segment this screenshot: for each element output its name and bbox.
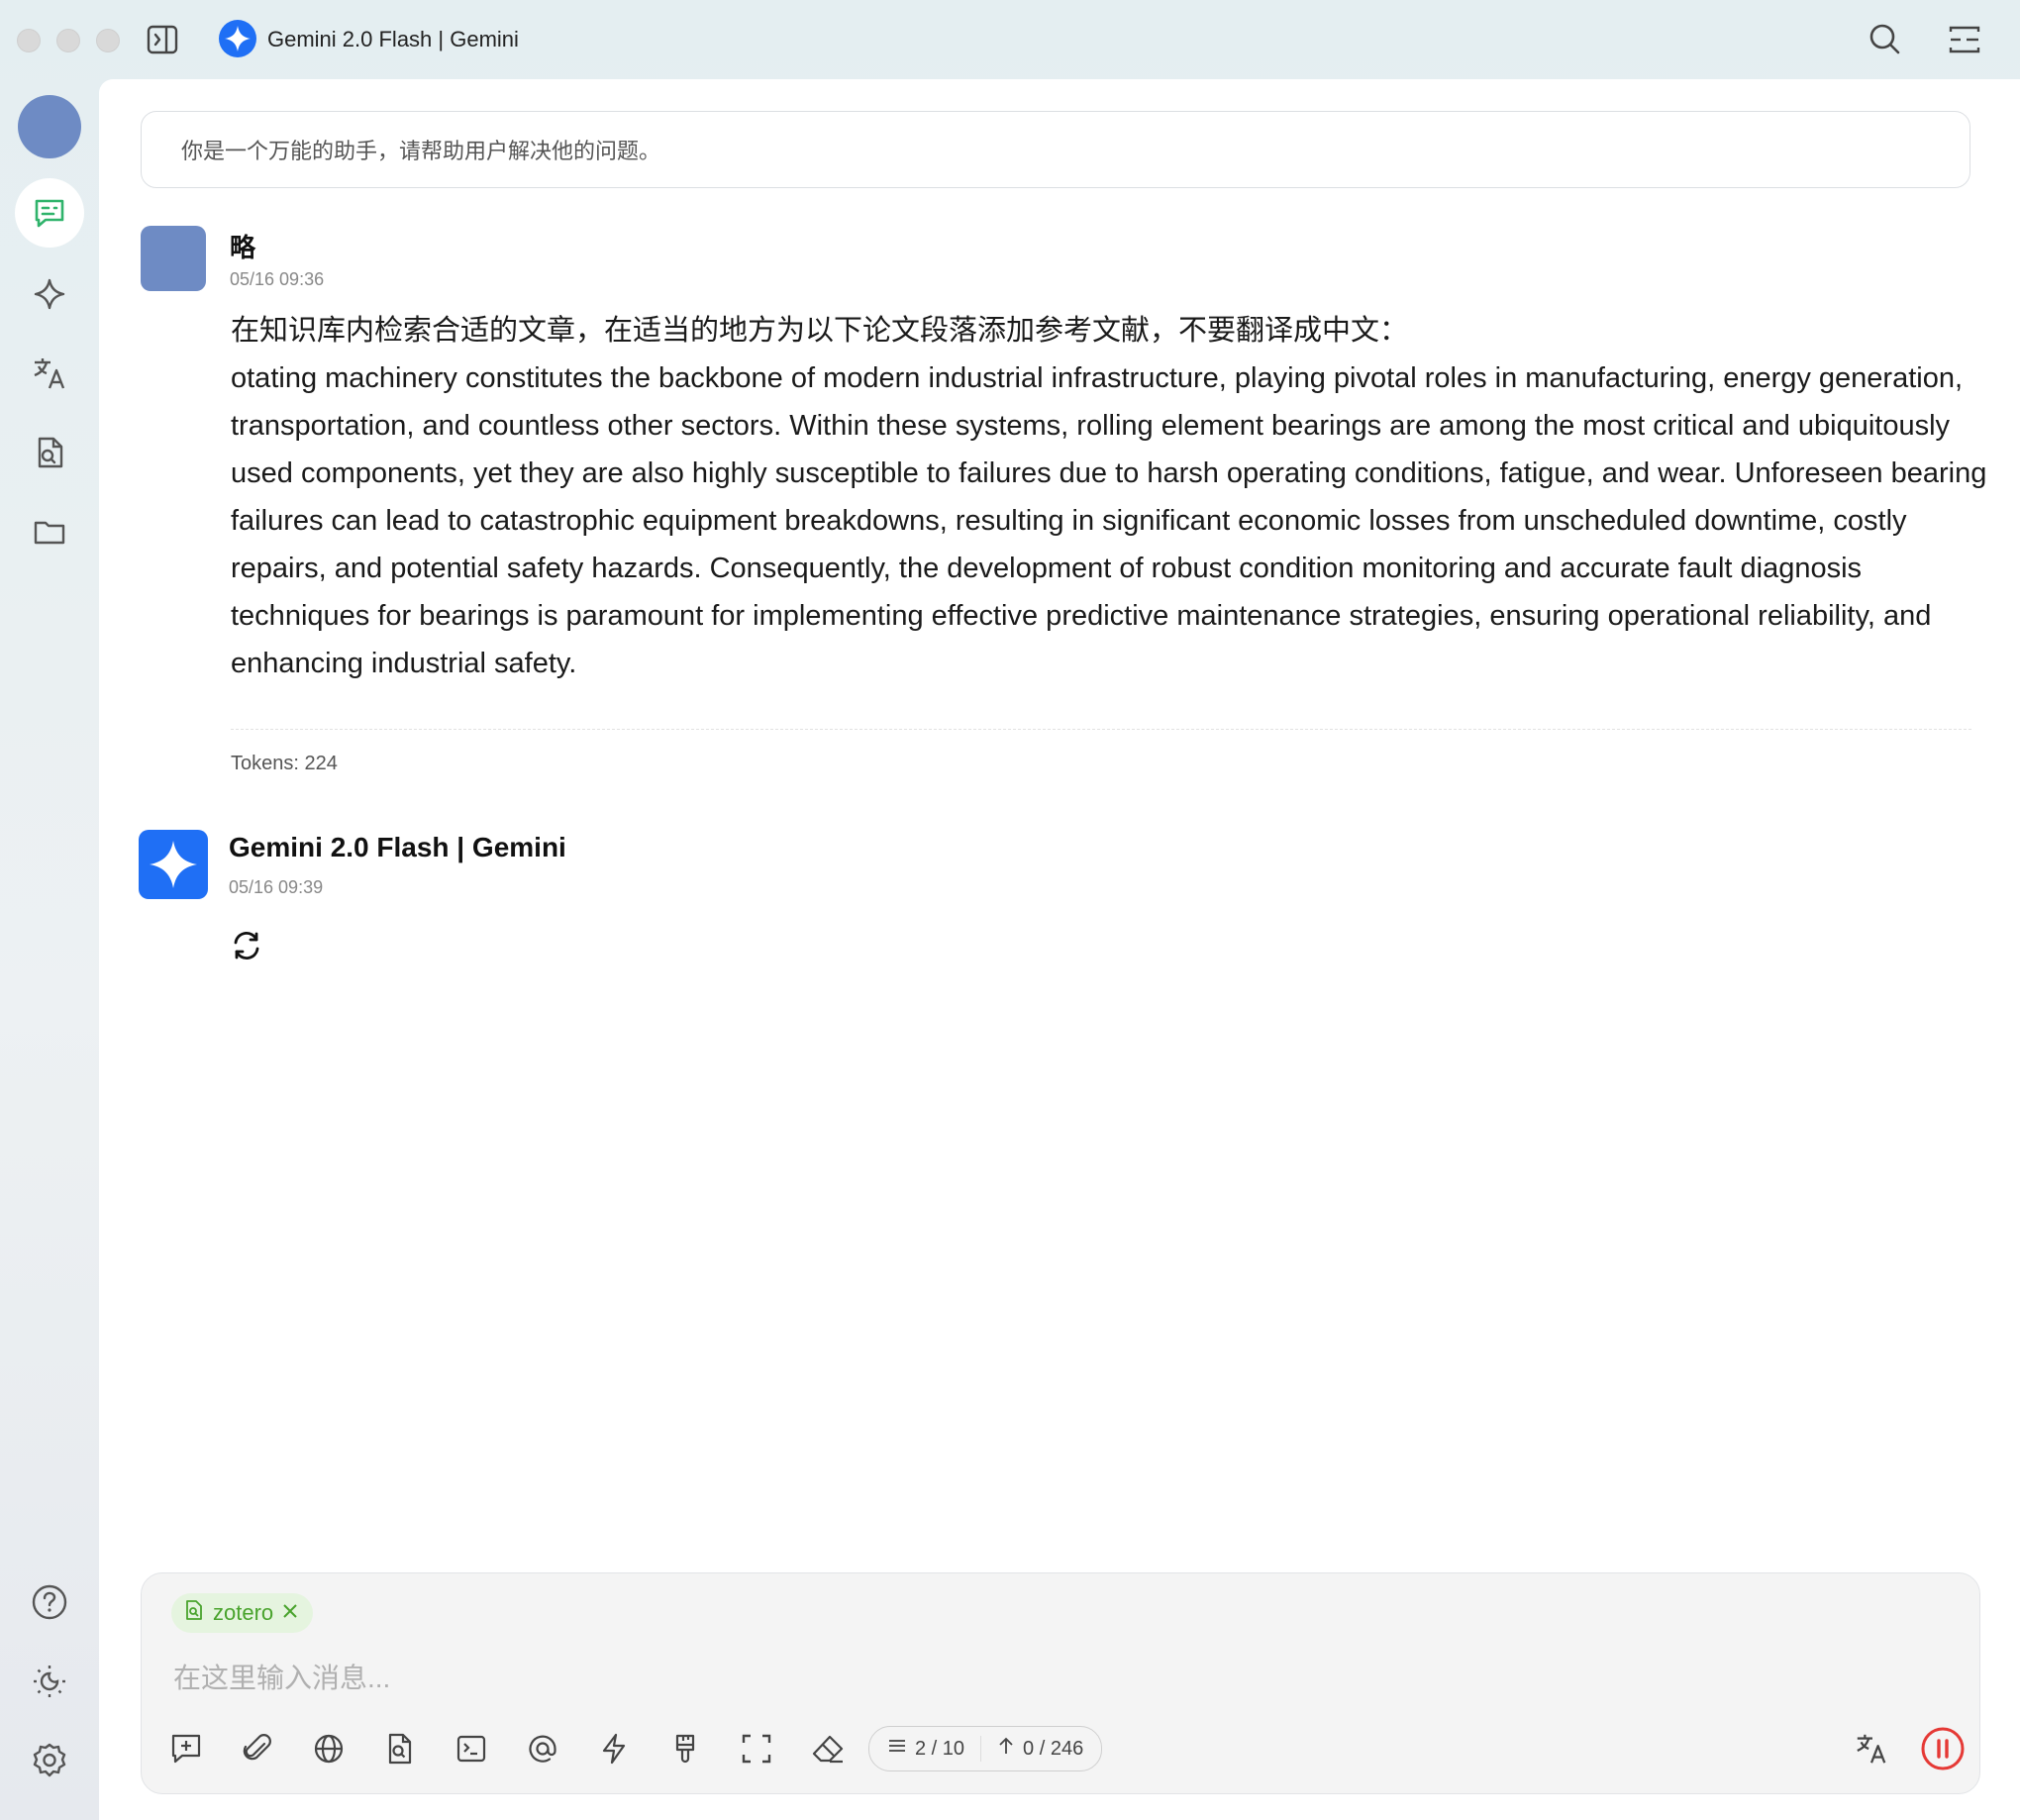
gemini-logo-icon (219, 20, 256, 57)
window-minimize-button[interactable] (56, 29, 80, 52)
chat-icon[interactable] (15, 178, 84, 248)
loading-spinner-icon (228, 927, 265, 964)
context-token-counter[interactable]: 2 / 10 0 / 246 (868, 1726, 1103, 1771)
knowledge-base-chip[interactable]: zotero (171, 1593, 314, 1633)
theme-icon[interactable] (20, 1652, 79, 1711)
translate-input-icon[interactable] (1847, 1724, 1896, 1773)
fullscreen-icon[interactable] (732, 1724, 781, 1773)
paint-brush-icon[interactable] (660, 1724, 710, 1773)
eraser-icon[interactable] (803, 1724, 853, 1773)
web-search-icon[interactable] (304, 1724, 354, 1773)
mention-icon[interactable] (518, 1724, 567, 1773)
message-input[interactable] (171, 1653, 1938, 1704)
settings-icon[interactable] (20, 1731, 79, 1790)
user-message-paragraph: otating machinery constitutes the backbo… (231, 362, 1987, 679)
context-count: 2 / 10 (915, 1737, 965, 1760)
document-search-icon[interactable] (20, 423, 79, 482)
gemini-avatar-icon (139, 830, 208, 899)
new-topic-icon[interactable] (161, 1724, 211, 1773)
composer-toolbar: 2 / 10 0 / 246 (161, 1724, 1103, 1773)
message-divider (231, 729, 1971, 730)
avatar[interactable] (18, 95, 81, 158)
pause-icon (1921, 1727, 1965, 1770)
user-message-body: 在知识库内检索合适的文章，在适当的地方为以下论文段落添加参考文献，不要翻译成中文… (231, 307, 1993, 687)
search-icon[interactable] (1866, 20, 1905, 59)
user-name: 略 (230, 233, 256, 262)
user-avatar (141, 226, 206, 291)
chat-panel: 你是一个万能的助手，请帮助用户解决他的问题。 略 05/16 09:36 在知识… (99, 79, 2020, 1820)
folder-icon[interactable] (20, 502, 79, 561)
window-close-button[interactable] (17, 29, 41, 52)
layout-menu-icon[interactable] (1945, 20, 1984, 59)
terminal-icon[interactable] (447, 1724, 496, 1773)
quick-phrase-icon[interactable] (589, 1724, 639, 1773)
assistant-message-time: 05/16 09:39 (229, 877, 324, 897)
arrow-up-icon (997, 1736, 1015, 1762)
left-rail (0, 79, 99, 1820)
title-bar: Gemini 2.0 Flash | Gemini (0, 0, 2020, 79)
input-token-count: 0 / 246 (1023, 1737, 1084, 1760)
assistant-name: Gemini 2.0 Flash | Gemini (229, 832, 566, 862)
sparkle-icon[interactable] (20, 264, 79, 324)
knowledge-base-icon[interactable] (375, 1724, 425, 1773)
chip-close-icon[interactable] (281, 1600, 299, 1626)
knowledge-base-chip-label: zotero (213, 1600, 274, 1625)
help-icon[interactable] (20, 1572, 79, 1632)
user-message-time: 05/16 09:36 (230, 269, 325, 289)
token-count: Tokens: 224 (231, 753, 338, 774)
system-prompt[interactable]: 你是一个万能的助手，请帮助用户解决他的问题。 (141, 111, 1970, 188)
counter-separator (980, 1736, 982, 1762)
message-composer: zotero 在这里输入消息... 2 / 10 0 / 246 (141, 1572, 1980, 1794)
stop-generation-button[interactable] (1918, 1724, 1968, 1773)
sidebar-toggle-icon[interactable] (146, 23, 179, 56)
document-search-icon (183, 1599, 205, 1627)
user-message-instruction: 在知识库内检索合适的文章，在适当的地方为以下论文段落添加参考文献，不要翻译成中文… (231, 315, 1409, 347)
translate-icon[interactable] (20, 344, 79, 403)
window-zoom-button[interactable] (96, 29, 120, 52)
attachment-icon[interactable] (233, 1724, 282, 1773)
context-list-icon (887, 1736, 907, 1762)
window-title: Gemini 2.0 Flash | Gemini (267, 27, 519, 51)
